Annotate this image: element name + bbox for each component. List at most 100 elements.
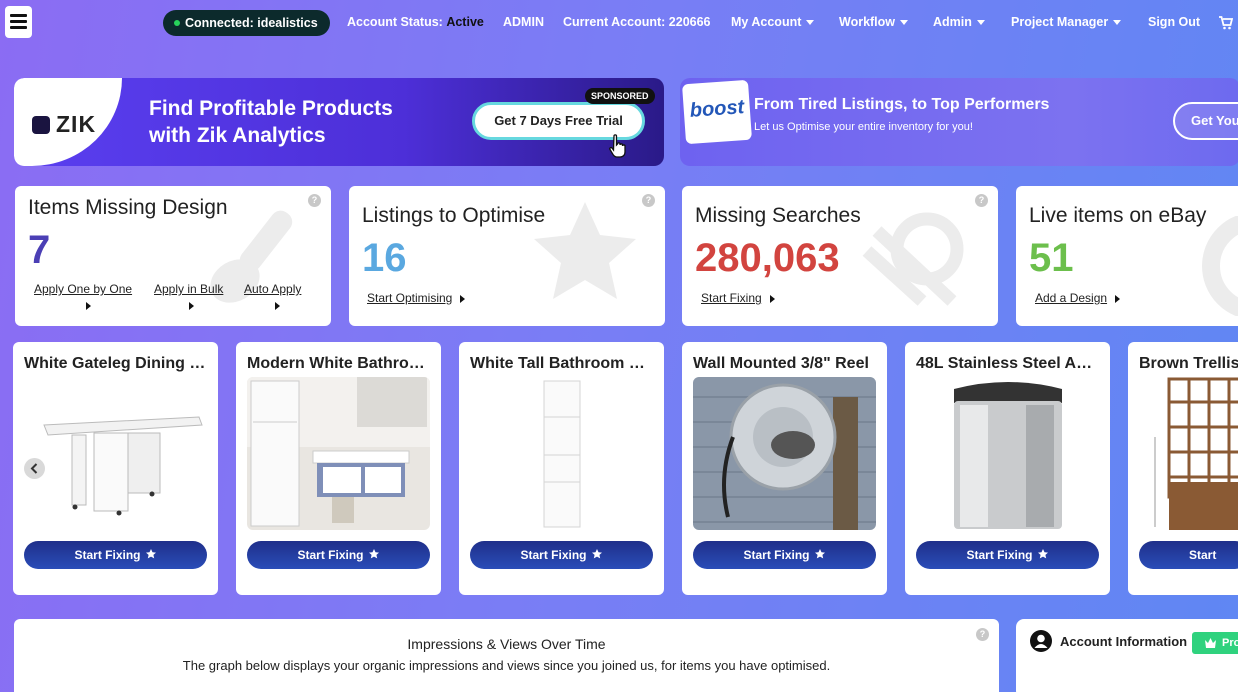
impressions-chart-panel: ? Impressions & Views Over Time The grap… [14, 619, 999, 692]
product-card[interactable]: 48L Stainless Steel Automatic Bin Start … [905, 342, 1110, 595]
start-fixing-label: Start Fixing [966, 548, 1033, 562]
account-status: Account Status: Active [347, 15, 484, 29]
stat-title: Missing Searches [695, 204, 861, 227]
pointer-hand-icon [609, 134, 626, 158]
stat-value: 7 [28, 228, 51, 272]
pro-badge-label: Pro [1222, 637, 1238, 649]
boost-headline: From Tired Listings, to Top Performers [754, 96, 1050, 113]
boost-cta-button[interactable]: Get You [1173, 102, 1238, 140]
ebay-icon [1202, 216, 1238, 316]
arrow-right-icon [1115, 294, 1121, 303]
add-design-link[interactable]: Add a Design [1035, 291, 1121, 305]
start-fixing-link[interactable]: Start Fixing [701, 291, 775, 305]
arrow-right-icon [769, 294, 775, 303]
boost-ad-banner[interactable]: boost From Tired Listings, to Top Perfor… [680, 78, 1238, 166]
chevron-down-icon [806, 20, 815, 26]
stat-value: 51 [1029, 236, 1074, 280]
product-card[interactable]: Brown Trellis Planter Start Fixing [1128, 342, 1238, 595]
zik-line1-bold: Profitable Products [199, 97, 393, 120]
product-title: 48L Stainless Steel Automatic Bin [916, 355, 1101, 372]
search-off-icon [862, 212, 964, 306]
help-icon[interactable]: ? [642, 194, 655, 207]
nav-my-account-label: My Account [731, 15, 802, 29]
add-design-label: Add a Design [1035, 291, 1108, 305]
zik-ad-banner[interactable]: ZIK Find Profitable Products with Zik An… [14, 78, 664, 166]
crown-icon [1205, 638, 1216, 648]
connection-status-badge: Connected: idealistics [163, 10, 330, 36]
sparkle-star-icon [1037, 549, 1048, 559]
stat-title: Listings to Optimise [362, 204, 546, 227]
nav-my-account[interactable]: My Account [731, 15, 815, 29]
product-image [1139, 377, 1238, 530]
zik-logo: ZIK [32, 111, 96, 138]
help-icon[interactable]: ? [308, 194, 321, 207]
nav-admin[interactable]: Admin [933, 15, 985, 29]
chevron-down-icon [976, 20, 985, 26]
product-title: Wall Mounted 3/8" Reel [693, 355, 869, 372]
sparkle-star-icon [145, 549, 156, 559]
chart-subtitle: The graph below displays your organic im… [182, 658, 831, 673]
arrow-right-icon [275, 302, 280, 310]
nav-project-manager[interactable]: Project Manager [1011, 15, 1122, 29]
nav-admin-label: Admin [933, 15, 972, 29]
product-title: Brown Trellis Planter [1139, 355, 1238, 372]
menu-icon[interactable] [5, 6, 32, 38]
account-info-title: Account Information [1060, 634, 1188, 649]
sparkle-star-icon [368, 549, 379, 559]
product-title: Modern White Bathroom Cabinet [247, 355, 432, 372]
chart-title: Impressions & Views Over Time [407, 636, 606, 652]
stat-card-missing-design: ? Items Missing Design 7 Apply One by On… [15, 186, 331, 326]
product-image [693, 377, 876, 530]
product-card[interactable]: Modern White Bathroom Cabinet Start Fixi… [236, 342, 441, 595]
start-optimising-link[interactable]: Start Optimising [367, 291, 466, 305]
stat-title: Items Missing Design [28, 196, 228, 219]
start-optimising-label: Start Optimising [367, 291, 453, 305]
zik-line1-pre: Find [149, 97, 200, 120]
start-fixing-button[interactable]: Start Fixing [470, 541, 653, 569]
pro-badge[interactable]: Pro [1192, 632, 1238, 654]
start-fixing-button[interactable]: Start Fixing [916, 541, 1099, 569]
product-card[interactable]: White Tall Bathroom Cabinet Start Fixing [459, 342, 664, 595]
zik-line2: with Zik Analytics [149, 124, 326, 147]
nav-sign-out[interactable]: Sign Out [1148, 15, 1200, 29]
start-fixing-button[interactable]: Start Fixing [693, 541, 876, 569]
stat-title: Live items on eBay [1029, 204, 1207, 227]
stat-card-live-items: Live items on eBay 51 Add a Design [1016, 186, 1238, 326]
zik-headline: Find Profitable Products with Zik Analyt… [149, 95, 393, 149]
cart-icon[interactable] [1219, 16, 1233, 30]
auto-apply-link[interactable]: Auto Apply [244, 282, 301, 296]
product-title: White Tall Bathroom Cabinet [470, 355, 655, 372]
product-image [24, 377, 207, 530]
start-fixing-label: Start Fixing [520, 548, 587, 562]
product-title: White Gateleg Dining Table [24, 355, 209, 372]
start-fixing-button[interactable]: Start Fixing [1139, 541, 1238, 569]
start-fixing-label: Start Fixing [701, 291, 762, 305]
sparkle-star-icon [591, 549, 602, 559]
apply-one-by-one-link[interactable]: Apply One by One [34, 282, 132, 296]
boost-logo: boost [681, 79, 753, 145]
arrow-right-icon [86, 302, 91, 310]
apply-in-bulk-link[interactable]: Apply in Bulk [154, 282, 223, 296]
start-fixing-button[interactable]: Start Fixing [24, 541, 207, 569]
help-icon[interactable]: ? [975, 194, 988, 207]
sponsored-badge: SPONSORED [585, 88, 655, 104]
product-image [247, 377, 430, 530]
start-fixing-label: Start Fixing [1189, 548, 1217, 562]
top-nav: Connected: idealistics Account Status: A… [0, 0, 1238, 46]
product-card[interactable]: Wall Mounted 3/8" Reel Start Fixing [682, 342, 887, 595]
start-fixing-button[interactable]: Start Fixing [247, 541, 430, 569]
user-avatar-icon [1030, 630, 1052, 652]
nav-workflow[interactable]: Workflow [839, 15, 909, 29]
stat-value: 280,063 [695, 236, 840, 280]
current-account: Current Account: 220666 [563, 15, 711, 29]
carousel-prev-button[interactable] [24, 458, 45, 479]
account-information-panel: Account Information Pro [1016, 619, 1238, 692]
star-icon [534, 202, 636, 299]
zik-logo-text: ZIK [56, 111, 97, 137]
admin-label: ADMIN [503, 15, 544, 29]
stat-value: 16 [362, 236, 407, 280]
boost-subline: Let us Optimise your entire inventory fo… [754, 121, 973, 133]
start-fixing-label: Start Fixing [74, 548, 141, 562]
zik-mark-icon [32, 116, 50, 134]
start-fixing-label: Start Fixing [743, 548, 810, 562]
